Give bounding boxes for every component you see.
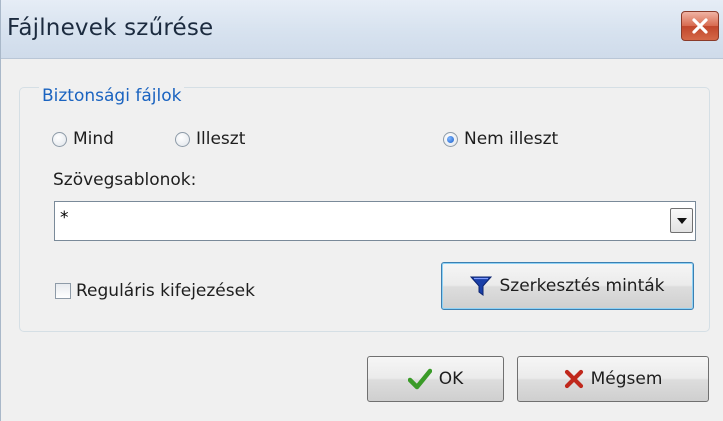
radio-all[interactable]: Mind — [52, 126, 114, 152]
ok-button[interactable]: OK — [367, 356, 504, 402]
radio-all-indicator[interactable] — [52, 131, 67, 147]
edit-patterns-button[interactable]: Szerkesztés minták — [441, 262, 694, 310]
radio-not-match-label: Nem illeszt — [464, 129, 559, 149]
filter-icon — [470, 275, 493, 297]
chevron-down-icon — [677, 218, 687, 224]
radio-not-match[interactable]: Nem illeszt — [443, 126, 558, 152]
ok-label: OK — [438, 369, 464, 389]
regex-checkbox-label: Reguláris kifejezések — [76, 281, 255, 301]
patterns-combobox-value[interactable]: * — [60, 208, 69, 228]
patterns-label: Szövegsablonok: — [53, 170, 197, 190]
close-button[interactable] — [681, 11, 719, 41]
close-icon — [692, 18, 708, 34]
radio-not-match-indicator[interactable] — [443, 131, 458, 147]
group-legend: Biztonsági fájlok — [39, 86, 185, 106]
title-bar[interactable]: Fájlnevek szűrése — [1, 0, 723, 59]
edit-patterns-label: Szerkesztés minták — [499, 276, 665, 296]
radio-match[interactable]: Illeszt — [175, 126, 245, 152]
cancel-button[interactable]: Mégsem — [517, 356, 709, 402]
window-title: Fájlnevek szűrése — [7, 15, 214, 41]
radio-match-label: Illeszt — [196, 129, 246, 149]
radio-all-label: Mind — [73, 129, 114, 149]
patterns-dropdown-button[interactable] — [670, 208, 693, 233]
regex-checkbox[interactable]: Reguláris kifejezések — [55, 280, 255, 302]
cancel-label: Mégsem — [590, 369, 663, 389]
dialog-window: Fájlnevek szűrése Biztonsági fájlok Mind… — [0, 0, 723, 421]
checkmark-icon — [407, 368, 432, 390]
radio-match-indicator[interactable] — [175, 131, 190, 147]
patterns-combobox[interactable]: * — [54, 201, 696, 241]
regex-checkbox-box[interactable] — [55, 283, 71, 299]
cross-icon — [564, 369, 584, 389]
